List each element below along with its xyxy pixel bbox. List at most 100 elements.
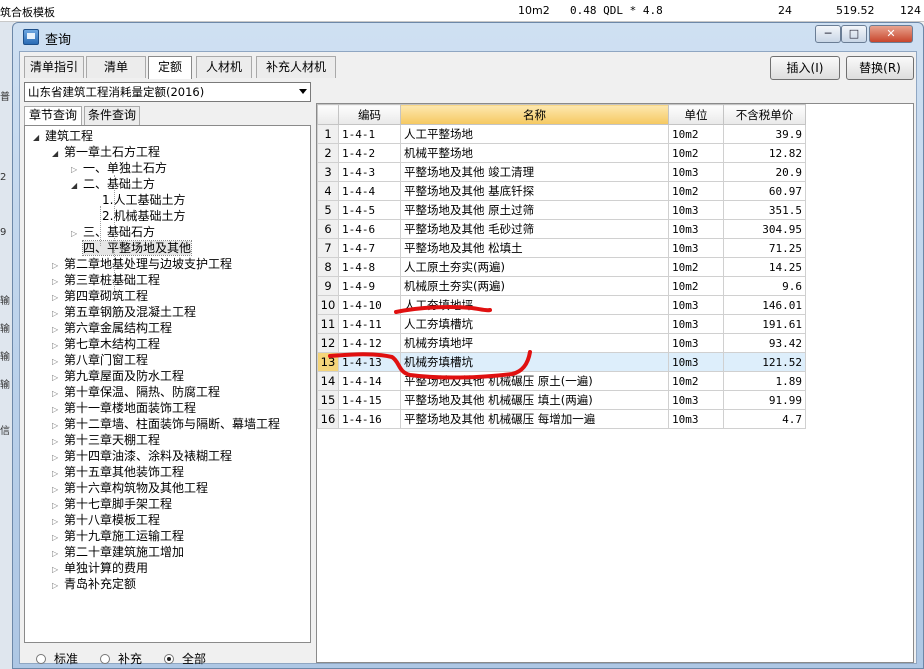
quota-name-cell[interactable]: 平整场地及其他 毛砂过筛 <box>400 219 669 239</box>
quota-library-select[interactable]: 山东省建筑工程消耗量定额(2016) <box>24 82 311 102</box>
minimize-button[interactable]: ─ <box>815 25 841 43</box>
unit-cell[interactable]: 10m3 <box>668 409 724 429</box>
tab-quota[interactable]: 定额 <box>148 56 192 79</box>
row-number[interactable]: 12 <box>317 333 339 353</box>
unit-cell[interactable]: 10m2 <box>668 181 724 201</box>
table-row[interactable]: 13 1-4-13 机械夯填槽坑 10m3 121.52 <box>317 352 806 372</box>
price-cell[interactable]: 121.52 <box>723 352 806 372</box>
expanded-arrow-icon[interactable]: ◢ <box>33 130 45 146</box>
row-number[interactable]: 3 <box>317 162 339 182</box>
unit-cell[interactable]: 10m3 <box>668 333 724 353</box>
tree-node[interactable]: ▷ 第十章保温、隔热、防腐工程 <box>52 384 220 400</box>
tree-node[interactable]: 四、平整场地及其他 <box>71 240 193 256</box>
tree-node[interactable]: ▷ 第十五章其他装饰工程 <box>52 464 184 480</box>
table-row[interactable]: 12 1-4-12 机械夯填地坪 10m3 93.42 <box>317 333 806 353</box>
insert-button[interactable]: 插入(I) <box>770 56 840 80</box>
row-number[interactable]: 5 <box>317 200 339 220</box>
tree-node[interactable]: ▷ 第八章门窗工程 <box>52 352 148 368</box>
quota-code-cell[interactable]: 1-4-14 <box>338 371 401 391</box>
unit-cell[interactable]: 10m3 <box>668 295 724 315</box>
price-cell[interactable]: 191.61 <box>723 314 806 334</box>
price-cell[interactable]: 12.82 <box>723 143 806 163</box>
quota-name-cell[interactable]: 人工平整场地 <box>400 124 669 144</box>
col-header-name[interactable]: 名称 <box>400 104 669 125</box>
tree-node[interactable]: ▷ 第十九章施工运输工程 <box>52 528 184 544</box>
tab-bill[interactable]: 清单 <box>86 56 146 78</box>
unit-cell[interactable]: 10m3 <box>668 314 724 334</box>
unit-cell[interactable]: 10m3 <box>668 200 724 220</box>
radio-standard[interactable]: 标准 <box>36 650 78 667</box>
table-row[interactable]: 14 1-4-14 平整场地及其他 机械碾压 原土(一遍) 10m2 1.89 <box>317 371 806 391</box>
table-row[interactable]: 2 1-4-2 机械平整场地 10m2 12.82 <box>317 143 806 163</box>
row-number[interactable]: 2 <box>317 143 339 163</box>
row-number[interactable]: 9 <box>317 276 339 296</box>
price-cell[interactable]: 9.6 <box>723 276 806 296</box>
tree-node[interactable]: 1.人工基础土方 <box>90 192 185 208</box>
unit-cell[interactable]: 10m2 <box>668 257 724 277</box>
tab-chapter-search[interactable]: 章节查询 <box>24 106 82 126</box>
price-cell[interactable]: 60.97 <box>723 181 806 201</box>
replace-button[interactable]: 替换(R) <box>846 56 914 80</box>
quota-code-cell[interactable]: 1-4-2 <box>338 143 401 163</box>
quota-name-cell[interactable]: 机械夯填槽坑 <box>400 352 669 372</box>
table-row[interactable]: 6 1-4-6 平整场地及其他 毛砂过筛 10m3 304.95 <box>317 219 806 239</box>
unit-cell[interactable]: 10m2 <box>668 276 724 296</box>
unit-cell[interactable]: 10m3 <box>668 219 724 239</box>
quota-code-cell[interactable]: 1-4-3 <box>338 162 401 182</box>
table-row[interactable]: 10 1-4-10 人工夯填地坪 10m3 146.01 <box>317 295 806 315</box>
price-cell[interactable]: 146.01 <box>723 295 806 315</box>
quota-name-cell[interactable]: 平整场地及其他 竣工清理 <box>400 162 669 182</box>
tree-node[interactable]: ▷ 第十二章墙、柱面装饰与隔断、幕墙工程 <box>52 416 280 432</box>
expanded-arrow-icon[interactable]: ◢ <box>71 178 83 194</box>
table-row[interactable]: 11 1-4-11 人工夯填槽坑 10m3 191.61 <box>317 314 806 334</box>
close-button[interactable]: ✕ <box>869 25 913 43</box>
row-number[interactable]: 15 <box>317 390 339 410</box>
tree-node[interactable]: 2.机械基础土方 <box>90 208 185 224</box>
tab-condition-search[interactable]: 条件查询 <box>84 106 140 125</box>
row-number[interactable]: 1 <box>317 124 339 144</box>
quota-name-cell[interactable]: 平整场地及其他 机械碾压 填土(两遍) <box>400 390 669 410</box>
quota-name-cell[interactable]: 机械夯填地坪 <box>400 333 669 353</box>
collapsed-arrow-icon[interactable]: ▷ <box>52 578 64 594</box>
expanded-arrow-icon[interactable]: ◢ <box>52 146 64 162</box>
quota-name-cell[interactable]: 机械原土夯实(两遍) <box>400 276 669 296</box>
tree-node[interactable]: ▷ 第十七章脚手架工程 <box>52 496 172 512</box>
unit-cell[interactable]: 10m3 <box>668 238 724 258</box>
unit-cell[interactable]: 10m2 <box>668 143 724 163</box>
quota-code-cell[interactable]: 1-4-16 <box>338 409 401 429</box>
tree-node[interactable]: ▷ 青岛补充定额 <box>52 576 136 592</box>
quota-code-cell[interactable]: 1-4-10 <box>338 295 401 315</box>
table-row[interactable]: 9 1-4-9 机械原土夯实(两遍) 10m2 9.6 <box>317 276 806 296</box>
col-header-price[interactable]: 不含税单价 <box>723 104 806 125</box>
table-row[interactable]: 16 1-4-16 平整场地及其他 机械碾压 每增加一遍 10m3 4.7 <box>317 409 806 429</box>
price-cell[interactable]: 91.99 <box>723 390 806 410</box>
quota-name-cell[interactable]: 机械平整场地 <box>400 143 669 163</box>
unit-cell[interactable]: 10m2 <box>668 371 724 391</box>
row-number[interactable]: 16 <box>317 409 339 429</box>
col-header-unit[interactable]: 单位 <box>668 104 724 125</box>
price-cell[interactable]: 14.25 <box>723 257 806 277</box>
quota-code-cell[interactable]: 1-4-9 <box>338 276 401 296</box>
quota-code-cell[interactable]: 1-4-1 <box>338 124 401 144</box>
price-cell[interactable]: 20.9 <box>723 162 806 182</box>
quota-name-cell[interactable]: 人工夯填地坪 <box>400 295 669 315</box>
table-row[interactable]: 5 1-4-5 平整场地及其他 原土过筛 10m3 351.5 <box>317 200 806 220</box>
price-cell[interactable]: 39.9 <box>723 124 806 144</box>
tree-node[interactable]: ▷ 第十一章楼地面装饰工程 <box>52 400 196 416</box>
col-header-code[interactable]: 编码 <box>338 104 401 125</box>
quota-name-cell[interactable]: 平整场地及其他 机械碾压 原土(一遍) <box>400 371 669 391</box>
tree-node[interactable]: ◢ 二、基础土方 <box>71 176 155 192</box>
row-number[interactable]: 8 <box>317 257 339 277</box>
row-number[interactable]: 13 <box>317 352 339 372</box>
quota-code-cell[interactable]: 1-4-4 <box>338 181 401 201</box>
quota-name-cell[interactable]: 平整场地及其他 基底钎探 <box>400 181 669 201</box>
radio-supplement[interactable]: 补充 <box>100 650 142 667</box>
tree-node[interactable]: ▷ 第三章桩基础工程 <box>52 272 160 288</box>
quota-code-cell[interactable]: 1-4-6 <box>338 219 401 239</box>
tree-node[interactable]: ▷ 单独计算的费用 <box>52 560 148 576</box>
price-cell[interactable]: 71.25 <box>723 238 806 258</box>
quota-code-cell[interactable]: 1-4-5 <box>338 200 401 220</box>
quota-code-cell[interactable]: 1-4-15 <box>338 390 401 410</box>
unit-cell[interactable]: 10m3 <box>668 390 724 410</box>
table-row[interactable]: 15 1-4-15 平整场地及其他 机械碾压 填土(两遍) 10m3 91.99 <box>317 390 806 410</box>
